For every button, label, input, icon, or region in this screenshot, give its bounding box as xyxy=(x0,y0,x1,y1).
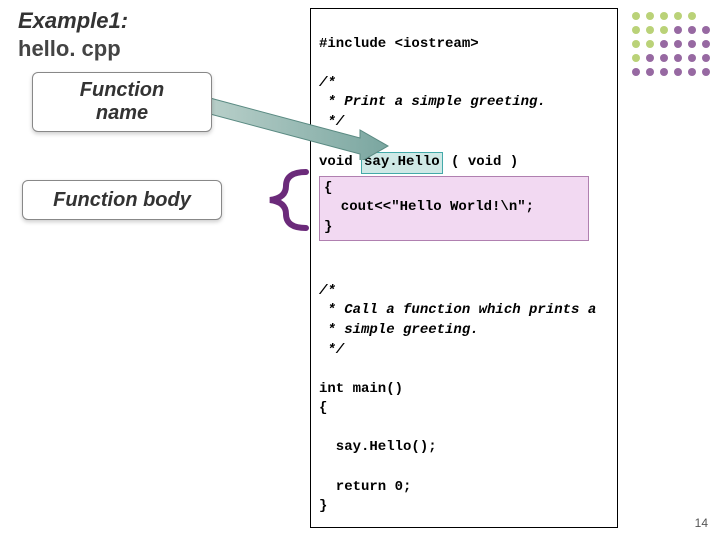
label-function-body: Function body xyxy=(22,180,222,220)
code-comment2-line: * Call a function which prints a xyxy=(319,302,596,318)
brace-function-body xyxy=(256,168,312,232)
code-brace-close: } xyxy=(319,498,327,514)
code-brace-open: { xyxy=(319,400,327,416)
code-comment2-line: * simple greeting. xyxy=(319,322,479,338)
code-call: say.Hello(); xyxy=(319,439,437,455)
label-function-name-text: Function name xyxy=(80,79,164,125)
code-return: return 0; xyxy=(319,479,411,495)
label-function-name: Function name xyxy=(32,72,212,132)
slide-title: Example1: xyxy=(18,8,128,34)
label-function-body-text: Function body xyxy=(53,189,191,212)
code-main-decl: int main() xyxy=(319,381,403,397)
code-box: #include <iostream> /* * Print a simple … xyxy=(310,8,618,528)
page-number: 14 xyxy=(695,516,708,530)
fn-body-highlight: { cout<<"Hello World!\n"; } xyxy=(319,176,589,241)
code-comment2-close: */ xyxy=(319,342,344,358)
code-include: #include <iostream> xyxy=(319,36,479,52)
slide-subtitle: hello. cpp xyxy=(18,36,121,62)
decorative-dots-icon xyxy=(626,6,714,94)
code-comment-open: /* xyxy=(319,75,336,91)
code-comment2-open: /* xyxy=(319,283,336,299)
